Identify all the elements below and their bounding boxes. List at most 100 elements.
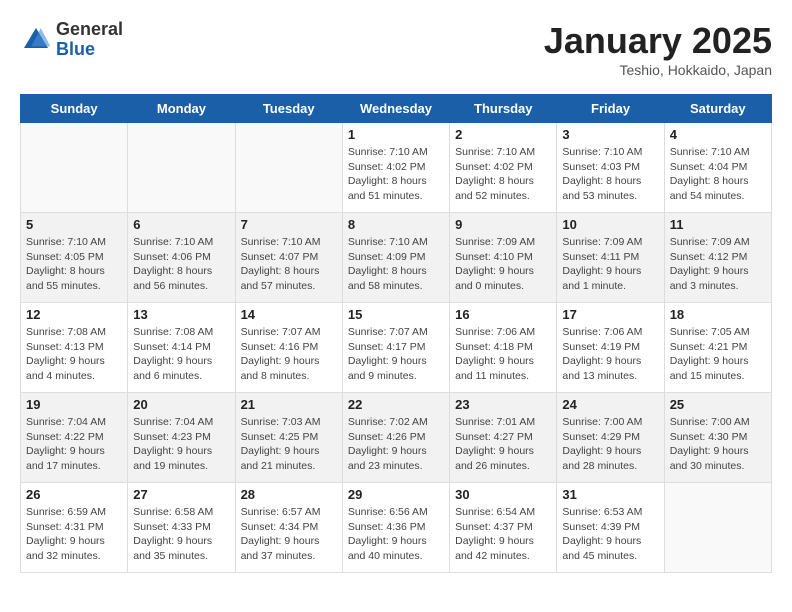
day-info: Sunrise: 6:56 AM Sunset: 4:36 PM Dayligh… [348, 505, 444, 564]
day-number: 26 [26, 487, 122, 502]
weekday-header-friday: Friday [557, 95, 664, 123]
day-info: Sunrise: 7:09 AM Sunset: 4:10 PM Dayligh… [455, 235, 551, 294]
calendar-week-row: 12 Sunrise: 7:08 AM Sunset: 4:13 PM Dayli… [21, 303, 772, 393]
calendar-cell: 5 Sunrise: 7:10 AM Sunset: 4:05 PM Daylig… [21, 213, 128, 303]
day-number: 13 [133, 307, 229, 322]
calendar-table: SundayMondayTuesdayWednesdayThursdayFrid… [20, 94, 772, 573]
logo-icon [20, 24, 52, 56]
day-info: Sunrise: 7:06 AM Sunset: 4:18 PM Dayligh… [455, 325, 551, 384]
day-info: Sunrise: 7:04 AM Sunset: 4:22 PM Dayligh… [26, 415, 122, 474]
calendar-cell: 29 Sunrise: 6:56 AM Sunset: 4:36 PM Dayli… [342, 483, 449, 573]
day-number: 17 [562, 307, 658, 322]
day-info: Sunrise: 7:10 AM Sunset: 4:02 PM Dayligh… [455, 145, 551, 204]
day-info: Sunrise: 6:58 AM Sunset: 4:33 PM Dayligh… [133, 505, 229, 564]
calendar-cell: 11 Sunrise: 7:09 AM Sunset: 4:12 PM Dayli… [664, 213, 771, 303]
logo-text: General Blue [56, 20, 123, 60]
calendar-cell: 19Sunrise: 7:04 AM Sunset: 4:22 PM Dayli… [21, 393, 128, 483]
weekday-header-saturday: Saturday [664, 95, 771, 123]
calendar-week-row: 26 Sunrise: 6:59 AM Sunset: 4:31 PM Dayli… [21, 483, 772, 573]
calendar-cell: 22 Sunrise: 7:02 AM Sunset: 4:26 PM Dayli… [342, 393, 449, 483]
calendar-cell: 12 Sunrise: 7:08 AM Sunset: 4:13 PM Dayli… [21, 303, 128, 393]
day-number: 5 [26, 217, 122, 232]
calendar-cell: 26 Sunrise: 6:59 AM Sunset: 4:31 PM Dayli… [21, 483, 128, 573]
day-number: 15 [348, 307, 444, 322]
day-number: 28 [241, 487, 337, 502]
day-number: 4 [670, 127, 766, 142]
calendar-header: SundayMondayTuesdayWednesdayThursdayFrid… [21, 95, 772, 123]
weekday-header-monday: Monday [128, 95, 235, 123]
day-info: Sunrise: 7:02 AM Sunset: 4:26 PM Dayligh… [348, 415, 444, 474]
weekday-header-tuesday: Tuesday [235, 95, 342, 123]
calendar-cell [235, 123, 342, 213]
calendar-cell: 24Sunrise: 7:00 AM Sunset: 4:29 PM Dayli… [557, 393, 664, 483]
day-number: 23 [455, 397, 551, 412]
logo: General Blue [20, 20, 123, 60]
day-number: 18 [670, 307, 766, 322]
calendar-week-row: 5 Sunrise: 7:10 AM Sunset: 4:05 PM Daylig… [21, 213, 772, 303]
day-info: Sunrise: 7:10 AM Sunset: 4:02 PM Dayligh… [348, 145, 444, 204]
day-number: 11 [670, 217, 766, 232]
calendar-cell: 1 Sunrise: 7:10 AM Sunset: 4:02 PM Daylig… [342, 123, 449, 213]
day-info: Sunrise: 7:10 AM Sunset: 4:03 PM Dayligh… [562, 145, 658, 204]
calendar-cell: 20 Sunrise: 7:04 AM Sunset: 4:23 PM Dayli… [128, 393, 235, 483]
day-number: 7 [241, 217, 337, 232]
day-number: 21 [241, 397, 337, 412]
day-number: 27 [133, 487, 229, 502]
calendar-cell: 8 Sunrise: 7:10 AM Sunset: 4:09 PM Daylig… [342, 213, 449, 303]
day-info: Sunrise: 7:10 AM Sunset: 4:04 PM Dayligh… [670, 145, 766, 204]
day-info: Sunrise: 6:53 AM Sunset: 4:39 PM Dayligh… [562, 505, 658, 564]
calendar-cell: 16Sunrise: 7:06 AM Sunset: 4:18 PM Dayli… [450, 303, 557, 393]
day-number: 2 [455, 127, 551, 142]
calendar-cell: 13 Sunrise: 7:08 AM Sunset: 4:14 PM Dayli… [128, 303, 235, 393]
weekday-header-thursday: Thursday [450, 95, 557, 123]
calendar-cell: 18 Sunrise: 7:05 AM Sunset: 4:21 PM Dayli… [664, 303, 771, 393]
day-number: 1 [348, 127, 444, 142]
logo-general: General [56, 19, 123, 39]
calendar-cell: 15 Sunrise: 7:07 AM Sunset: 4:17 PM Dayli… [342, 303, 449, 393]
day-number: 8 [348, 217, 444, 232]
calendar-cell: 31Sunrise: 6:53 AM Sunset: 4:39 PM Dayli… [557, 483, 664, 573]
day-info: Sunrise: 7:10 AM Sunset: 4:07 PM Dayligh… [241, 235, 337, 294]
day-number: 20 [133, 397, 229, 412]
day-info: Sunrise: 7:10 AM Sunset: 4:05 PM Dayligh… [26, 235, 122, 294]
calendar-cell: 6 Sunrise: 7:10 AM Sunset: 4:06 PM Daylig… [128, 213, 235, 303]
day-info: Sunrise: 7:08 AM Sunset: 4:14 PM Dayligh… [133, 325, 229, 384]
calendar-cell: 27 Sunrise: 6:58 AM Sunset: 4:33 PM Dayli… [128, 483, 235, 573]
day-info: Sunrise: 7:03 AM Sunset: 4:25 PM Dayligh… [241, 415, 337, 474]
day-info: Sunrise: 7:05 AM Sunset: 4:21 PM Dayligh… [670, 325, 766, 384]
day-number: 22 [348, 397, 444, 412]
day-info: Sunrise: 7:01 AM Sunset: 4:27 PM Dayligh… [455, 415, 551, 474]
calendar-cell: 23 Sunrise: 7:01 AM Sunset: 4:27 PM Dayli… [450, 393, 557, 483]
day-info: Sunrise: 7:09 AM Sunset: 4:12 PM Dayligh… [670, 235, 766, 294]
page-header: General Blue January 2025 Teshio, Hokkai… [20, 20, 772, 78]
calendar-week-row: 19Sunrise: 7:04 AM Sunset: 4:22 PM Dayli… [21, 393, 772, 483]
day-info: Sunrise: 7:08 AM Sunset: 4:13 PM Dayligh… [26, 325, 122, 384]
calendar-cell: 7 Sunrise: 7:10 AM Sunset: 4:07 PM Daylig… [235, 213, 342, 303]
location-subtitle: Teshio, Hokkaido, Japan [544, 62, 772, 78]
weekday-header-row: SundayMondayTuesdayWednesdayThursdayFrid… [21, 95, 772, 123]
day-info: Sunrise: 7:10 AM Sunset: 4:06 PM Dayligh… [133, 235, 229, 294]
calendar-cell: 30Sunrise: 6:54 AM Sunset: 4:37 PM Dayli… [450, 483, 557, 573]
day-number: 6 [133, 217, 229, 232]
day-info: Sunrise: 7:06 AM Sunset: 4:19 PM Dayligh… [562, 325, 658, 384]
day-number: 10 [562, 217, 658, 232]
calendar-cell: 3 Sunrise: 7:10 AM Sunset: 4:03 PM Daylig… [557, 123, 664, 213]
day-number: 24 [562, 397, 658, 412]
day-info: Sunrise: 7:07 AM Sunset: 4:17 PM Dayligh… [348, 325, 444, 384]
calendar-cell: 28 Sunrise: 6:57 AM Sunset: 4:34 PM Dayli… [235, 483, 342, 573]
day-info: Sunrise: 7:10 AM Sunset: 4:09 PM Dayligh… [348, 235, 444, 294]
day-info: Sunrise: 7:04 AM Sunset: 4:23 PM Dayligh… [133, 415, 229, 474]
calendar-cell: 9Sunrise: 7:09 AM Sunset: 4:10 PM Daylig… [450, 213, 557, 303]
calendar-cell: 17 Sunrise: 7:06 AM Sunset: 4:19 PM Dayli… [557, 303, 664, 393]
day-number: 29 [348, 487, 444, 502]
day-number: 12 [26, 307, 122, 322]
weekday-header-sunday: Sunday [21, 95, 128, 123]
day-info: Sunrise: 6:57 AM Sunset: 4:34 PM Dayligh… [241, 505, 337, 564]
day-info: Sunrise: 7:00 AM Sunset: 4:30 PM Dayligh… [670, 415, 766, 474]
calendar-cell: 2 Sunrise: 7:10 AM Sunset: 4:02 PM Daylig… [450, 123, 557, 213]
day-number: 3 [562, 127, 658, 142]
calendar-week-row: 1 Sunrise: 7:10 AM Sunset: 4:02 PM Daylig… [21, 123, 772, 213]
day-info: Sunrise: 6:59 AM Sunset: 4:31 PM Dayligh… [26, 505, 122, 564]
day-info: Sunrise: 7:09 AM Sunset: 4:11 PM Dayligh… [562, 235, 658, 294]
calendar-body: 1 Sunrise: 7:10 AM Sunset: 4:02 PM Daylig… [21, 123, 772, 573]
